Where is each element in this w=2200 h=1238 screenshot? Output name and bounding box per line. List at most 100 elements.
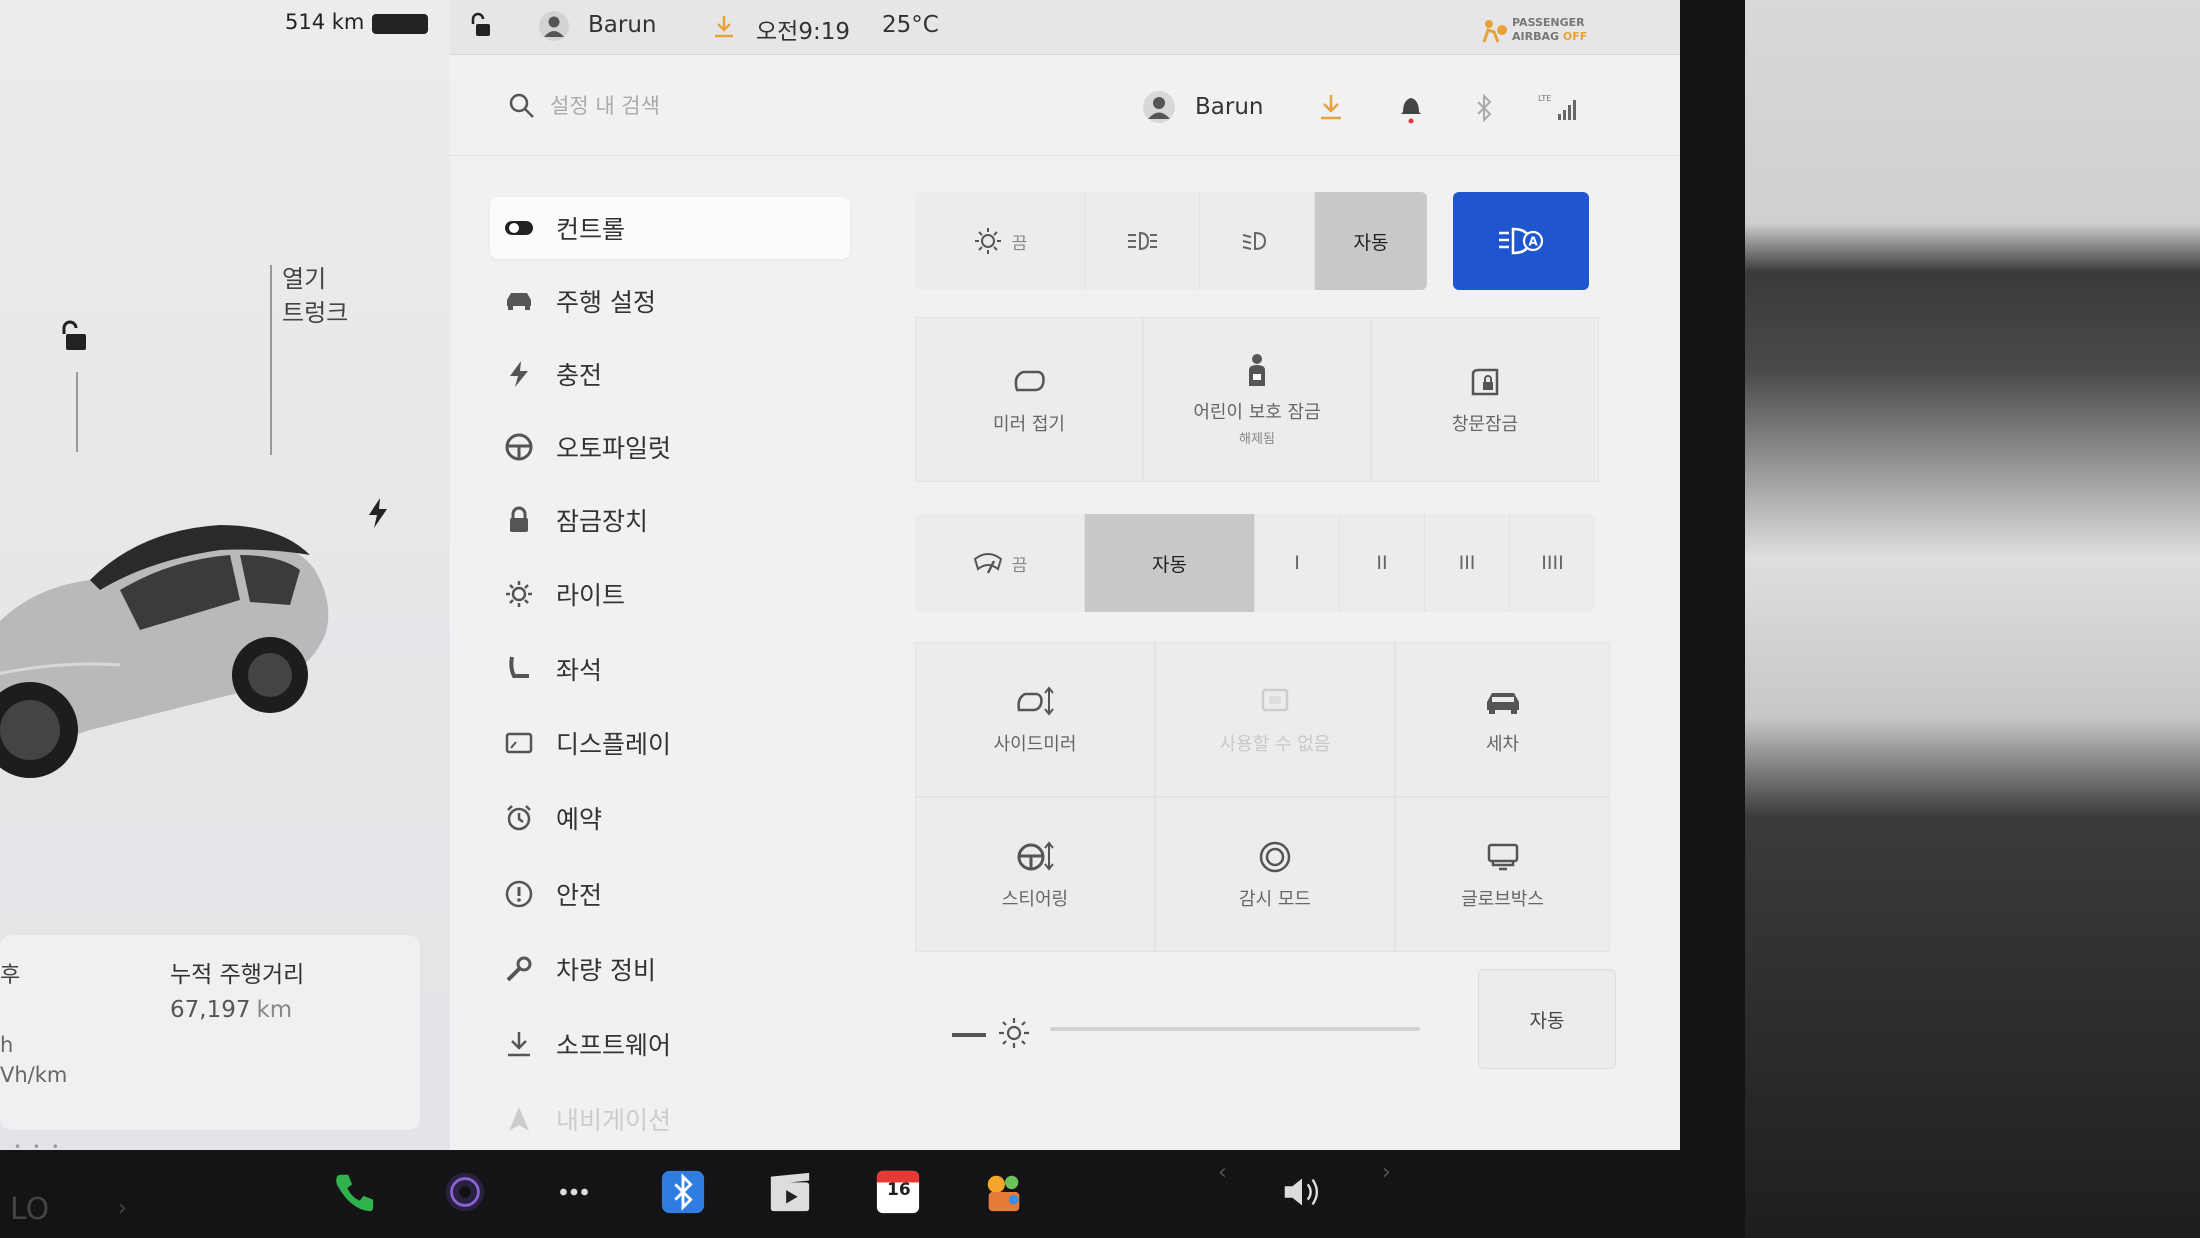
user-icon[interactable] <box>538 10 570 42</box>
download-icon[interactable] <box>712 14 736 40</box>
speaker-icon <box>1284 1178 1319 1206</box>
glovebox-label: 글로브박스 <box>1461 888 1544 910</box>
sidebar-item-label: 주행 설정 <box>556 288 656 317</box>
brightness-auto-label: 자동 <box>1529 1009 1565 1032</box>
child-lock-button[interactable]: 어린이 보호 잠금 해제됨 <box>1143 317 1371 482</box>
bluetooth-app-button[interactable] <box>659 1168 707 1216</box>
unavailable-label: 사용할 수 없음 <box>1219 733 1331 755</box>
brightness-minus-icon[interactable] <box>952 1033 986 1037</box>
sidebar-item-charging[interactable]: 충전 <box>490 343 850 405</box>
charge-port-icon[interactable] <box>366 498 390 528</box>
wiper-speed-3-label: III <box>1458 552 1476 574</box>
child-lock-label: 어린이 보호 잠금 <box>1193 402 1321 423</box>
profile-icon[interactable] <box>1142 90 1176 124</box>
volume-down-chevron-icon[interactable]: ‹ <box>1218 1160 1227 1185</box>
wiper-speed-1-label: I <box>1294 552 1300 574</box>
wiper-auto-button[interactable]: 자동 <box>1085 514 1255 612</box>
brightness-sun-icon <box>999 1018 1029 1048</box>
theater-app-button[interactable] <box>766 1168 814 1216</box>
bluetooth-app-icon <box>661 1170 705 1214</box>
trunk-open-button[interactable]: 열기 트렁크 <box>282 262 348 330</box>
window-lock-button[interactable]: 창문잠금 <box>1371 317 1599 482</box>
sidebar-item-navigation[interactable]: 내비게이션 <box>490 1088 850 1150</box>
auto-high-beam-icon: A <box>1499 227 1544 255</box>
trip-unit-fragment: Vh/km <box>0 1063 68 1087</box>
climate-temp-fragment[interactable]: LO <box>10 1192 49 1227</box>
fold-mirrors-button[interactable]: 미러 접기 <box>915 317 1143 482</box>
headlight-off-button[interactable]: 끔 <box>915 192 1085 290</box>
camera-app-button[interactable] <box>441 1168 489 1216</box>
parking-lights-icon <box>1128 231 1157 251</box>
toybox-app-button[interactable] <box>980 1168 1028 1216</box>
software-update-icon[interactable] <box>1318 92 1344 122</box>
volume-up-chevron-icon[interactable]: › <box>1382 1160 1391 1185</box>
more-apps-button[interactable] <box>550 1168 598 1216</box>
sidebar-item-lights[interactable]: 라이트 <box>490 563 850 625</box>
status-user-name[interactable]: Barun <box>588 12 656 38</box>
screen-bezel <box>1675 0 1745 1238</box>
car-panel: 514 km 열기 트렁크 후 h Vh/km 누적 주행거리 67,197 k… <box>0 0 450 1160</box>
passenger-airbag-status: PASSENGER AIRBAG OFF <box>1512 16 1587 44</box>
child-lock-icon <box>1249 354 1265 386</box>
sidebar-item-controls[interactable]: 컨트롤 <box>490 197 850 259</box>
wiper-speed-2-button[interactable]: II <box>1340 514 1425 612</box>
steering-adjust-button[interactable]: 스티어링 <box>915 797 1155 952</box>
camera-lens-icon <box>445 1172 485 1212</box>
clock: 오전9:19 <box>756 19 850 45</box>
bell-icon[interactable] <box>1398 92 1424 124</box>
bluetooth-icon[interactable] <box>1474 94 1494 122</box>
wiper-speed-3-button[interactable]: III <box>1425 514 1510 612</box>
sidebar-item-safety[interactable]: 안전 <box>490 863 850 925</box>
lte-signal-icon: LTE <box>1538 94 1576 120</box>
sidebar-item-service[interactable]: 차량 정비 <box>490 938 850 1000</box>
sidebar-item-label: 내비게이션 <box>556 1106 672 1135</box>
brightness-slider[interactable] <box>1050 1027 1420 1031</box>
auto-high-beam-button[interactable]: A <box>1453 192 1589 290</box>
sentry-mode-button[interactable]: 감시 모드 <box>1155 797 1395 952</box>
low-beam-button[interactable] <box>1200 192 1315 290</box>
side-mirror-adjust-icon <box>1017 685 1054 716</box>
steering-wheel-icon <box>505 433 533 461</box>
sidebar-item-display[interactable]: 디스플레이 <box>490 712 850 774</box>
headlight-off-label: 끔 <box>1011 233 1028 254</box>
sidebar-item-locks[interactable]: 잠금장치 <box>490 489 850 551</box>
sidebar-item-seats[interactable]: 좌석 <box>490 638 850 700</box>
settings-search-input[interactable] <box>550 88 950 124</box>
sidebar-item-schedule[interactable]: 예약 <box>490 787 850 849</box>
unavailable-icon <box>1261 688 1289 711</box>
settings-header: Barun LTE <box>450 56 1680 156</box>
headlight-mode-control: 끔 자동 <box>915 192 1427 290</box>
settings-sidebar: 컨트롤 주행 설정 충전 오토파일럿 잠금장치 라이트 좌석 디스플레이 예약 … <box>450 157 870 1160</box>
sidebar-item-driving[interactable]: 주행 설정 <box>490 270 850 332</box>
lock-status-icon[interactable] <box>468 12 494 38</box>
mirror-icon <box>1014 370 1045 391</box>
sidebar-item-label: 오토파일럿 <box>556 434 672 463</box>
wiper-speed-4-button[interactable]: IIII <box>1510 514 1595 612</box>
sun-icon <box>506 581 532 607</box>
calendar-day: 16 <box>887 1180 911 1200</box>
unlock-icon[interactable] <box>56 318 92 354</box>
sidebar-item-label: 컨트롤 <box>556 215 626 244</box>
chevron-right-icon[interactable]: › <box>118 1196 127 1221</box>
sidebar-item-autopilot[interactable]: 오토파일럿 <box>490 416 850 478</box>
headlight-auto-button[interactable]: 자동 <box>1315 192 1427 290</box>
wiper-auto-label: 자동 <box>1152 553 1187 576</box>
wiper-off-button[interactable]: 끔 <box>915 514 1085 612</box>
glovebox-button[interactable]: 글로브박스 <box>1395 797 1610 952</box>
glovebox-icon <box>1487 843 1518 870</box>
parking-lights-button[interactable] <box>1085 192 1200 290</box>
volume-button[interactable] <box>1278 1168 1326 1216</box>
brightness-auto-button[interactable]: 자동 <box>1478 969 1616 1069</box>
phone-button[interactable] <box>330 1168 378 1216</box>
side-mirror-adjust-button[interactable]: 사이드미러 <box>915 642 1155 797</box>
headlight-off-sun-icon <box>974 228 1001 254</box>
profile-name[interactable]: Barun <box>1195 94 1263 120</box>
wiper-speed-1-button[interactable]: I <box>1255 514 1340 612</box>
car-wash-icon <box>1486 692 1519 714</box>
wiper-icon <box>973 553 1002 574</box>
range-readout: 514 km <box>285 10 365 34</box>
wiper-mode-control: 끔 자동 I II III IIII <box>915 514 1595 612</box>
navigation-icon <box>509 1107 529 1131</box>
sidebar-item-software[interactable]: 소프트웨어 <box>490 1013 850 1075</box>
car-wash-button[interactable]: 세차 <box>1395 642 1610 797</box>
